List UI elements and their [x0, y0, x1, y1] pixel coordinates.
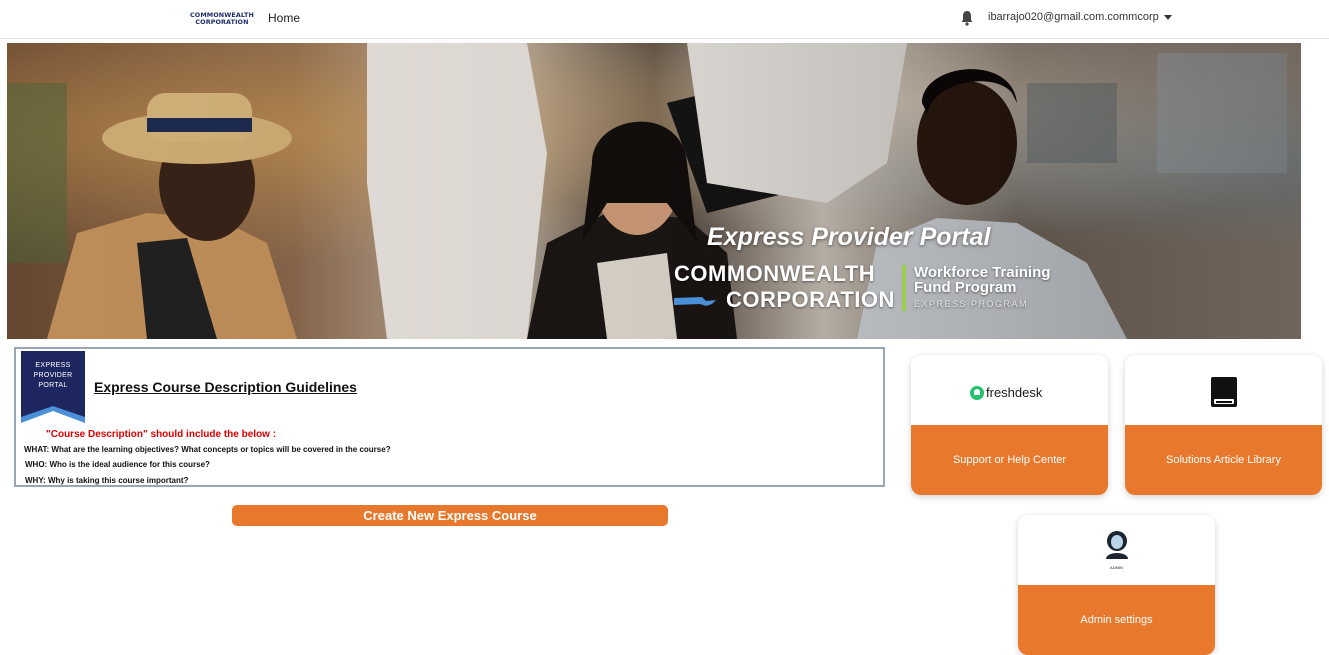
- portal-title: Express Provider Portal: [707, 223, 991, 251]
- org-name-line2: CORPORATION: [726, 287, 895, 312]
- user-email: ibarrajo020@gmail.com.commcorp: [988, 11, 1159, 23]
- nav-home-link[interactable]: Home: [268, 11, 300, 25]
- support-help-center-card[interactable]: freshdesk Support or Help Center: [911, 355, 1108, 495]
- program-subtitle: EXPRESS PROGRAM: [914, 299, 1029, 309]
- guideline-why: WHY: Why is taking this course important…: [25, 476, 189, 485]
- logo-wordmark: COMMONWEALTH CORPORATION: [190, 11, 254, 26]
- commonwealth-logo[interactable]: COMMONWEALTH CORPORATION: [190, 9, 256, 29]
- program-name: Workforce Training Fund Program: [914, 264, 1051, 296]
- freshdesk-logo: freshdesk: [970, 385, 1042, 400]
- admin-icon-caption: ADMIN: [1110, 565, 1123, 570]
- top-navbar: COMMONWEALTH CORPORATION Home ibarrajo02…: [0, 0, 1329, 39]
- org-name-line1: COMMONWEALTH: [674, 261, 876, 286]
- massachusetts-icon: [674, 297, 716, 306]
- bell-icon[interactable]: [960, 10, 974, 26]
- guideline-who: WHO: Who is the ideal audience for this …: [25, 460, 210, 469]
- chevron-down-icon: [1163, 14, 1172, 20]
- admin-card-label: Admin settings: [1018, 585, 1215, 655]
- guidelines-title: Express Course Description Guidelines: [94, 379, 357, 395]
- course-guidelines-panel: EXPRESS PROVIDER PORTAL Express Course D…: [14, 347, 885, 487]
- hero-banner: Express Provider Portal COMMONWEALTH COR…: [7, 43, 1301, 339]
- admin-user-icon: [1106, 531, 1128, 559]
- solutions-card-label: Solutions Article Library: [1125, 425, 1322, 495]
- express-portal-badge: EXPRESS PROVIDER PORTAL: [21, 351, 85, 425]
- guidelines-intro: "Course Description" should include the …: [46, 429, 277, 440]
- solutions-article-library-card[interactable]: Solutions Article Library: [1125, 355, 1322, 495]
- freshdesk-icon: [970, 385, 984, 400]
- logo-green-divider: [902, 265, 906, 311]
- support-card-label: Support or Help Center: [911, 425, 1108, 495]
- commonwealth-corporation-logo: COMMONWEALTH CORPORATION: [672, 261, 912, 315]
- book-icon: [1211, 377, 1237, 407]
- guideline-what: WHAT: What are the learning objectives? …: [24, 445, 391, 454]
- admin-settings-card[interactable]: ADMIN Admin settings: [1018, 515, 1215, 655]
- hero-overlay: [7, 43, 1301, 339]
- user-menu[interactable]: ibarrajo020@gmail.com.commcorp: [988, 11, 1172, 23]
- create-new-express-course-button[interactable]: Create New Express Course: [232, 505, 668, 526]
